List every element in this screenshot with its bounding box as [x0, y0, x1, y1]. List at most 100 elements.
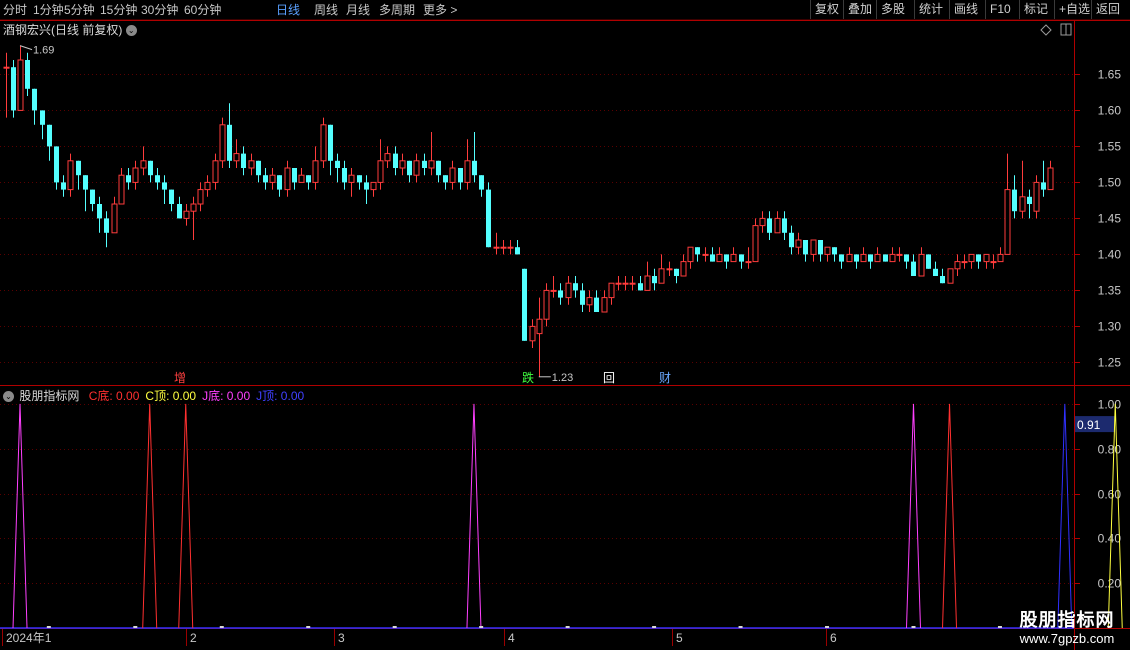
- price-tick-label: 1.30: [1098, 320, 1122, 334]
- x-axis-label: 4: [508, 631, 515, 645]
- candle-body: [197, 189, 204, 205]
- baseline-marker: [652, 626, 657, 628]
- baseline-marker: [46, 626, 51, 628]
- candle-body: [493, 246, 500, 249]
- candle-body: [1041, 182, 1046, 190]
- candle-body: [219, 124, 226, 162]
- candle-body: [687, 246, 694, 263]
- watermark-title: 股朋指标网: [1019, 610, 1115, 630]
- candle-body: [954, 261, 961, 270]
- baseline-marker: [911, 626, 916, 628]
- candle-body: [256, 160, 261, 176]
- candle-body: [132, 167, 139, 183]
- candle-body: [97, 204, 102, 219]
- indicator-spike: [942, 403, 958, 629]
- price-tick-label: 1.40: [1098, 248, 1122, 262]
- baseline-marker: [997, 626, 1002, 628]
- indicator-spike: [466, 403, 482, 629]
- indicator-value-label: J顶: 0.00: [256, 389, 305, 403]
- indicator-tick-label: 0.40: [1098, 532, 1122, 546]
- candle-body: [896, 253, 903, 256]
- low-price-label: 1.23: [552, 372, 573, 384]
- chevron-down-icon[interactable]: ⌄: [125, 25, 137, 37]
- candle-body: [399, 160, 406, 169]
- x-axis-label: 3: [338, 631, 345, 645]
- signal-tag: 财: [658, 370, 672, 385]
- candle-body: [860, 253, 867, 263]
- indicator-tick-label: 1.00: [1098, 398, 1122, 412]
- candle-body: [32, 88, 37, 111]
- indicator-value-label: C顶: 0.00: [145, 389, 197, 403]
- indicator-spike: [178, 403, 194, 629]
- candle-body: [782, 218, 787, 233]
- indicator-value-label: J底: 0.00: [202, 389, 251, 403]
- indicator-spike: [1057, 403, 1073, 629]
- candle-body: [586, 297, 593, 306]
- candle-body: [76, 160, 81, 176]
- main-chart-title: 酒钢宏兴(日线 前复权) ⌄: [3, 21, 137, 38]
- current-value-label: 0.91: [1077, 418, 1101, 432]
- candle-body: [558, 290, 563, 298]
- stock-title: 酒钢宏兴(日线 前复权): [3, 23, 123, 37]
- watermark: 股朋指标网 www.7gpzb.com: [1008, 609, 1126, 646]
- candle-body: [565, 282, 572, 299]
- candle-body: [204, 181, 211, 191]
- price-tick-label: 1.60: [1098, 104, 1122, 118]
- candle-body: [190, 203, 197, 212]
- candle-body: [407, 160, 412, 176]
- candle-body: [745, 261, 752, 264]
- candle-body: [997, 253, 1004, 263]
- indicator-value-label: C底: 0.00: [88, 389, 140, 403]
- candle-body: [638, 283, 643, 291]
- candle-body: [111, 203, 118, 234]
- indicator-spike: [12, 403, 28, 629]
- baseline-marker: [306, 626, 311, 628]
- candle-body: [874, 253, 881, 263]
- candle-body: [227, 124, 232, 161]
- x-axis-label: 5: [676, 631, 683, 645]
- candle-body: [1033, 181, 1040, 212]
- candle-body: [486, 189, 491, 248]
- signal-tag-text: 跌: [522, 370, 534, 385]
- candle-body: [904, 254, 909, 262]
- candle-body: [854, 254, 859, 262]
- price-tick-label: 1.55: [1098, 140, 1122, 154]
- chart-area: 1.65 1.60 1.55 1.50 1.45 1.40 1.35 1.30 1.25 1.69…: [0, 20, 1130, 650]
- signal-tag: 跌: [521, 370, 535, 385]
- indicator-name: 股朋指标网: [19, 389, 80, 403]
- candle-body: [629, 282, 636, 285]
- candle-body: [926, 254, 931, 269]
- candle-body: [54, 146, 59, 183]
- candle-body: [162, 182, 167, 190]
- candle-body: [573, 283, 578, 291]
- baseline-marker: [219, 626, 224, 628]
- candle-body: [658, 268, 665, 284]
- candle-body: [90, 189, 95, 204]
- signal-tag-text: 回: [603, 371, 615, 385]
- candle-body: [183, 210, 190, 219]
- signal-tag: 回: [602, 370, 616, 385]
- candle-body: [1027, 196, 1032, 204]
- baseline-marker: [565, 626, 570, 628]
- candle-body: [348, 174, 355, 183]
- chevron-down-icon[interactable]: ⌄: [3, 391, 14, 403]
- indicator-spike: [142, 403, 158, 629]
- candle-body: [868, 254, 873, 262]
- candle-body: [1019, 196, 1026, 212]
- candle-body: [580, 290, 585, 305]
- baseline-marker: [479, 626, 484, 628]
- baseline-marker: [392, 626, 397, 628]
- candle-body: [292, 168, 297, 183]
- candle-body: [752, 225, 759, 263]
- candle-body: [846, 253, 853, 263]
- candle-body: [889, 253, 896, 263]
- candle-body: [449, 167, 456, 183]
- candle-body: [536, 318, 543, 335]
- candle-body: [370, 181, 377, 191]
- candle-body: [241, 153, 246, 168]
- candle-body: [767, 218, 772, 233]
- x-axis-label: 2: [190, 631, 197, 645]
- watermark-url: www.7gpzb.com: [1019, 631, 1115, 646]
- candle-body: [1047, 167, 1054, 191]
- candle-body: [759, 217, 766, 227]
